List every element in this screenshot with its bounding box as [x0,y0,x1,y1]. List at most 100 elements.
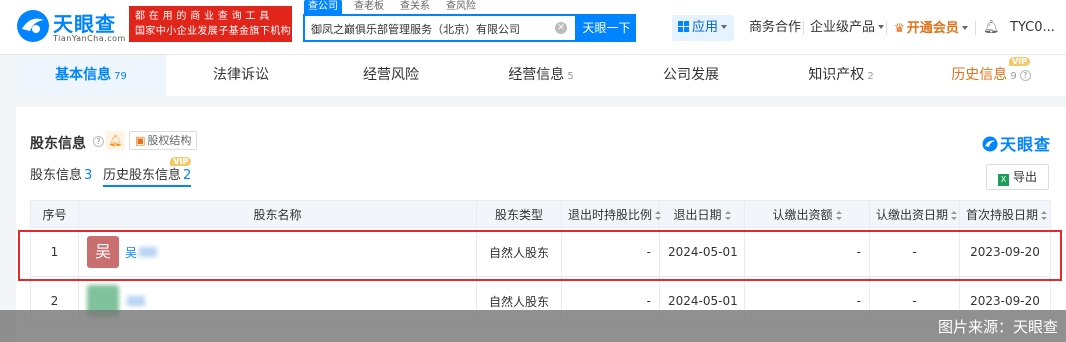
column-header-index: 序号 [30,200,79,228]
tab-business-risk[interactable]: 经营风险 [316,55,466,96]
search-tab-risk[interactable]: 查风险 [442,0,480,14]
column-header-exit-date[interactable]: 退出日期 [659,200,745,228]
row-index: 1 [30,227,79,277]
slogan-line-2: 国家中小企业发展子基金旗下机构 [135,26,291,37]
first-holding-date: 2023-09-20 [959,227,1051,277]
shareholder-type: 自然人股东 [476,227,562,277]
exit-ratio: - [561,227,660,277]
avatar[interactable]: 吴 [87,236,119,268]
open-vip-menu[interactable]: ♛ 开通会员 [894,15,968,41]
sort-icon[interactable] [951,210,958,220]
equity-structure-icon: ▣ [135,134,146,147]
user-account-menu[interactable]: TYC0... [1010,15,1055,41]
apps-grid-icon [678,21,689,32]
tab-litigation[interactable]: 法律诉讼 [166,55,316,96]
enterprise-label: 企业级产品 [810,20,876,35]
tab-label: 法律诉讼 [213,67,269,83]
equity-structure-button[interactable]: ▣ 股权结构 [129,131,198,150]
tab-label: 经营信息 [508,67,565,83]
subscribed-date: - [869,227,960,277]
column-header-type: 股东类型 [476,200,562,228]
column-header-first-date[interactable]: 首次持股日期 [959,200,1051,228]
sort-icon[interactable] [1041,210,1048,220]
chevron-down-icon [961,26,968,30]
shareholder-name-link[interactable]: 吴 [125,244,137,261]
notification-bell-icon[interactable]: 🔔︎ [983,15,1000,41]
vip-badge: VIP [170,157,192,166]
tab-label: 历史信息 [951,67,1008,83]
search-button[interactable]: 天眼一下 [577,14,636,42]
enterprise-products-menu[interactable]: 企业级产品 [810,15,885,41]
redacted-name [139,247,158,257]
apps-label: 应用 [692,20,719,35]
tab-count: 2 [867,71,874,82]
subtab-count: 3 [84,168,93,183]
tab-label: 知识产权 [808,67,865,83]
tab-count: 79 [114,71,127,82]
vip-label: 开通会员 [906,21,959,36]
subscribed-capital: - [744,227,870,277]
nav-divider [803,21,804,35]
monitor-bell-icon[interactable]: 🔔︎ [106,131,125,150]
logo-domain: TianYanCha.com [53,34,126,43]
search-input-value[interactable]: 御凤之巅俱乐部管理服务（北京）有限公司 [311,21,520,37]
column-header-name: 股东名称 [78,200,477,228]
equity-structure-label: 股权结构 [147,134,192,147]
section-title: 股东信息 [30,136,86,152]
tab-business-info[interactable]: 经营信息 5 [466,55,616,96]
table-row: 1 吴吴 自然人股东 - 2024-05-01 - - 2023-09-20 [30,227,1051,277]
column-header-capital-date[interactable]: 认缴出资日期 [869,200,960,228]
export-button[interactable]: X 导出 [986,164,1049,190]
column-header-label: 退出时持股比例 [568,207,653,222]
card-brand-text: 天眼查 [1000,135,1052,154]
tab-history-info[interactable]: 历史信息 9? VIP [916,55,1066,96]
export-label: 导出 [1012,170,1037,184]
help-icon[interactable]: ? [1019,70,1031,81]
tab-count: 9 [1010,71,1017,82]
image-source-watermark: 图片来源：天眼查 [0,310,1066,342]
search-input[interactable]: 御凤之巅俱乐部管理服务（北京）有限公司 ✕ [303,14,577,42]
sort-icon[interactable] [655,210,662,220]
table-header-row: 序号 股东名称 股东类型 退出时持股比例 退出日期 认缴出资额 认缴出资日期 首… [30,200,1051,228]
excel-icon: X [997,174,1009,186]
subtab-count: 2 [183,168,192,183]
sort-icon[interactable] [835,210,842,220]
tianyancha-logo-icon [982,136,998,152]
column-header-capital[interactable]: 认缴出资额 [744,200,870,228]
search-tab-company[interactable]: 查公司 [304,0,342,14]
tab-intellectual-property[interactable]: 知识产权 2 [766,55,916,96]
tab-count: 5 [567,71,574,82]
shareholder-card: 股东信息 ? 🔔︎ ▣ 股权结构 天眼查 股东信息 3 历史股东信息 2 VIP X导… [16,107,1066,342]
tab-label: 公司发展 [663,67,719,83]
subtab-label: 股东信息 [30,168,83,183]
crown-icon: ♛ [894,21,905,35]
help-icon[interactable]: ? [93,136,104,147]
subtab-history-shareholders[interactable]: 历史股东信息 2 VIP [103,157,192,187]
site-logo[interactable]: 天眼查 TianYanCha.com [16,7,126,47]
column-header-label: 认缴出资额 [772,207,833,222]
tianyancha-logo-icon [17,10,49,42]
vip-badge: VIP [1008,57,1030,66]
tab-label: 基本信息 [55,67,112,83]
main-tabs: 基本信息 79 法律诉讼 经营风险 经营信息 5 公司发展 知识产权 2 历史信息 9?… [16,55,1066,96]
card-brand-logo: 天眼查 [982,131,1051,155]
tab-basic-info[interactable]: 基本信息 79 [16,55,166,96]
sort-icon[interactable] [724,210,731,220]
logo-text: 天眼查 [53,12,116,36]
column-header-exit-ratio[interactable]: 退出时持股比例 [561,200,662,228]
redacted-name [127,296,145,306]
nav-divider [975,21,976,35]
slogan-banner: 都在用的商业查询工具 国家中小企业发展子基金旗下机构 [129,6,292,42]
clear-icon[interactable]: ✕ [555,22,567,34]
exit-date: 2024-05-01 [659,227,745,277]
search-tab-boss[interactable]: 查老板 [350,0,388,14]
search-tab-relation[interactable]: 查关系 [396,0,434,14]
apps-menu-button[interactable]: 应用 [672,15,734,41]
nav-divider [886,21,887,35]
main-tabs-panel: 基本信息 79 法律诉讼 经营风险 经营信息 5 公司发展 知识产权 2 历史信息 9?… [16,55,1066,96]
tab-company-development[interactable]: 公司发展 [616,55,766,96]
business-cooperation-link[interactable]: 商务合作 [749,15,801,41]
column-header-label: 认缴出资日期 [876,207,949,222]
subtab-shareholders[interactable]: 股东信息 3 [30,167,92,187]
subtab-label: 历史股东信息 [103,168,182,183]
